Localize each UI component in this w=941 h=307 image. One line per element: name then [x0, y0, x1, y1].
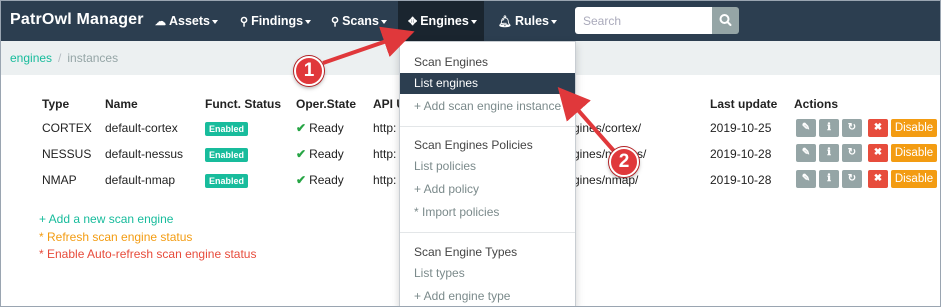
info-button[interactable]: ℹ — [819, 119, 839, 137]
dropdown-divider — [400, 126, 575, 127]
nav-scans[interactable]: ⚲ Scans — [331, 1, 387, 41]
row-state: ✔ Ready — [296, 173, 344, 187]
menu-item-add-policy[interactable]: + Add policy — [400, 179, 575, 200]
row-last-update: 2019-10-28 — [710, 173, 772, 187]
search-icon: ⚲ — [331, 16, 340, 28]
row-name: default-nmap — [105, 173, 176, 187]
nav-findings[interactable]: ⚲ Findings — [240, 1, 312, 41]
breadcrumb-engines-link[interactable]: engines — [10, 51, 52, 65]
col-header-funct-status: Funct. Status — [205, 97, 282, 111]
status-badge: Enabled — [205, 148, 249, 162]
nav-scans-label: Scans — [342, 14, 379, 28]
info-button[interactable]: ℹ — [819, 144, 839, 162]
search-button[interactable] — [712, 7, 739, 34]
row-state-label: Ready — [309, 121, 344, 135]
menu-item-list-policies[interactable]: List policies — [400, 156, 575, 177]
nav-findings-label: Findings — [251, 14, 304, 28]
row-type: NMAP — [42, 173, 77, 187]
callout-badge-1: 1 — [294, 56, 324, 86]
delete-button[interactable]: ✖ — [868, 119, 888, 137]
menu-item-add-scan-engine-instance[interactable]: + Add scan engine instance — [400, 96, 575, 117]
col-header-oper-state: Oper.State — [296, 97, 357, 111]
status-badge: Enabled — [205, 174, 249, 188]
brand-title[interactable]: PatrOwl Manager — [10, 11, 144, 29]
col-header-name: Name — [105, 97, 138, 111]
row-api-url[interactable]: http: — [373, 121, 396, 135]
refresh-button[interactable]: ↻ — [842, 144, 862, 162]
breadcrumb-current: instances — [67, 51, 119, 65]
row-api-url[interactable]: http: — [373, 173, 396, 187]
col-header-last-update: Last update — [710, 97, 778, 111]
disable-button[interactable]: Disable — [891, 144, 937, 162]
edit-button[interactable]: ✎ — [796, 170, 816, 188]
row-type: CORTEX — [42, 121, 92, 135]
map-marker-icon: ⚲ — [240, 16, 249, 28]
col-header-type: Type — [42, 97, 70, 111]
menu-item-add-engine-type[interactable]: + Add engine type — [400, 286, 575, 306]
check-icon: ✔ — [296, 121, 307, 135]
disable-button[interactable]: Disable — [891, 119, 937, 137]
row-state: ✔ Ready — [296, 147, 344, 161]
refresh-status-link[interactable]: * Refresh scan engine status — [39, 230, 192, 244]
auto-refresh-link[interactable]: * Enable Auto-refresh scan engine status — [39, 247, 256, 261]
check-icon: ✔ — [296, 173, 307, 187]
row-type: NESSUS — [42, 147, 92, 161]
dropdown-header-engine-types: Scan Engine Types — [414, 245, 518, 259]
row-state: ✔ Ready — [296, 121, 344, 135]
status-badge: Enabled — [205, 122, 249, 136]
info-button[interactable]: ℹ — [819, 170, 839, 188]
check-icon: ✔ — [296, 147, 307, 161]
row-last-update: 2019-10-25 — [710, 121, 772, 135]
dropdown-divider — [400, 232, 575, 233]
col-header-actions: Actions — [794, 97, 839, 111]
row-state-label: Ready — [309, 173, 344, 187]
menu-item-import-policies[interactable]: * Import policies — [400, 202, 575, 223]
refresh-button[interactable]: ↻ — [842, 170, 862, 188]
nav-engines[interactable]: ✥ Engines — [398, 1, 484, 41]
breadcrumb-separator: / — [58, 51, 62, 65]
row-api-url[interactable]: http: — [373, 147, 396, 161]
menu-item-list-types[interactable]: List types — [400, 263, 575, 284]
delete-button[interactable]: ✖ — [868, 144, 888, 162]
nav-rules[interactable]: 🔔︎ Rules — [498, 1, 558, 41]
refresh-button[interactable]: ↻ — [842, 119, 862, 137]
row-name: default-nessus — [105, 147, 184, 161]
caret-down-icon — [551, 19, 558, 24]
dropdown-header-scan-engines: Scan Engines — [414, 55, 489, 69]
nav-assets-label: Assets — [169, 14, 210, 28]
crosshairs-icon: ✥ — [408, 16, 418, 28]
app-window: PatrOwl Manager ☁ Assets ⚲ Findings ⚲ Scans… — [0, 0, 941, 307]
edit-button[interactable]: ✎ — [796, 144, 816, 162]
caret-down-icon — [380, 19, 387, 24]
add-scan-engine-link[interactable]: + Add a new scan engine — [39, 212, 173, 226]
bell-icon: 🔔︎ — [498, 16, 512, 28]
search-input[interactable] — [575, 7, 712, 34]
caret-down-icon — [305, 19, 312, 24]
nav-rules-label: Rules — [514, 14, 550, 28]
row-last-update: 2019-10-28 — [710, 147, 772, 161]
delete-button[interactable]: ✖ — [868, 170, 888, 188]
dropdown-header-policies: Scan Engines Policies — [414, 138, 533, 152]
nav-engines-label: Engines — [420, 14, 469, 28]
engines-dropdown-menu: Scan Engines List engines + Add scan eng… — [399, 41, 576, 306]
caret-down-icon — [470, 19, 477, 24]
caret-down-icon — [212, 19, 218, 24]
cloud-icon: ☁ — [155, 16, 166, 28]
callout-badge-2: 2 — [609, 147, 639, 177]
top-navbar: PatrOwl Manager ☁ Assets ⚲ Findings ⚲ Scans… — [1, 1, 940, 41]
row-name: default-cortex — [105, 121, 178, 135]
nav-assets[interactable]: ☁ Assets — [155, 1, 218, 41]
menu-item-list-engines[interactable]: List engines — [400, 73, 575, 94]
row-state-label: Ready — [309, 147, 344, 161]
search-icon — [719, 14, 732, 26]
disable-button[interactable]: Disable — [891, 170, 937, 188]
row-api-url-tail: gines/cortex/ — [573, 121, 642, 135]
edit-button[interactable]: ✎ — [796, 119, 816, 137]
